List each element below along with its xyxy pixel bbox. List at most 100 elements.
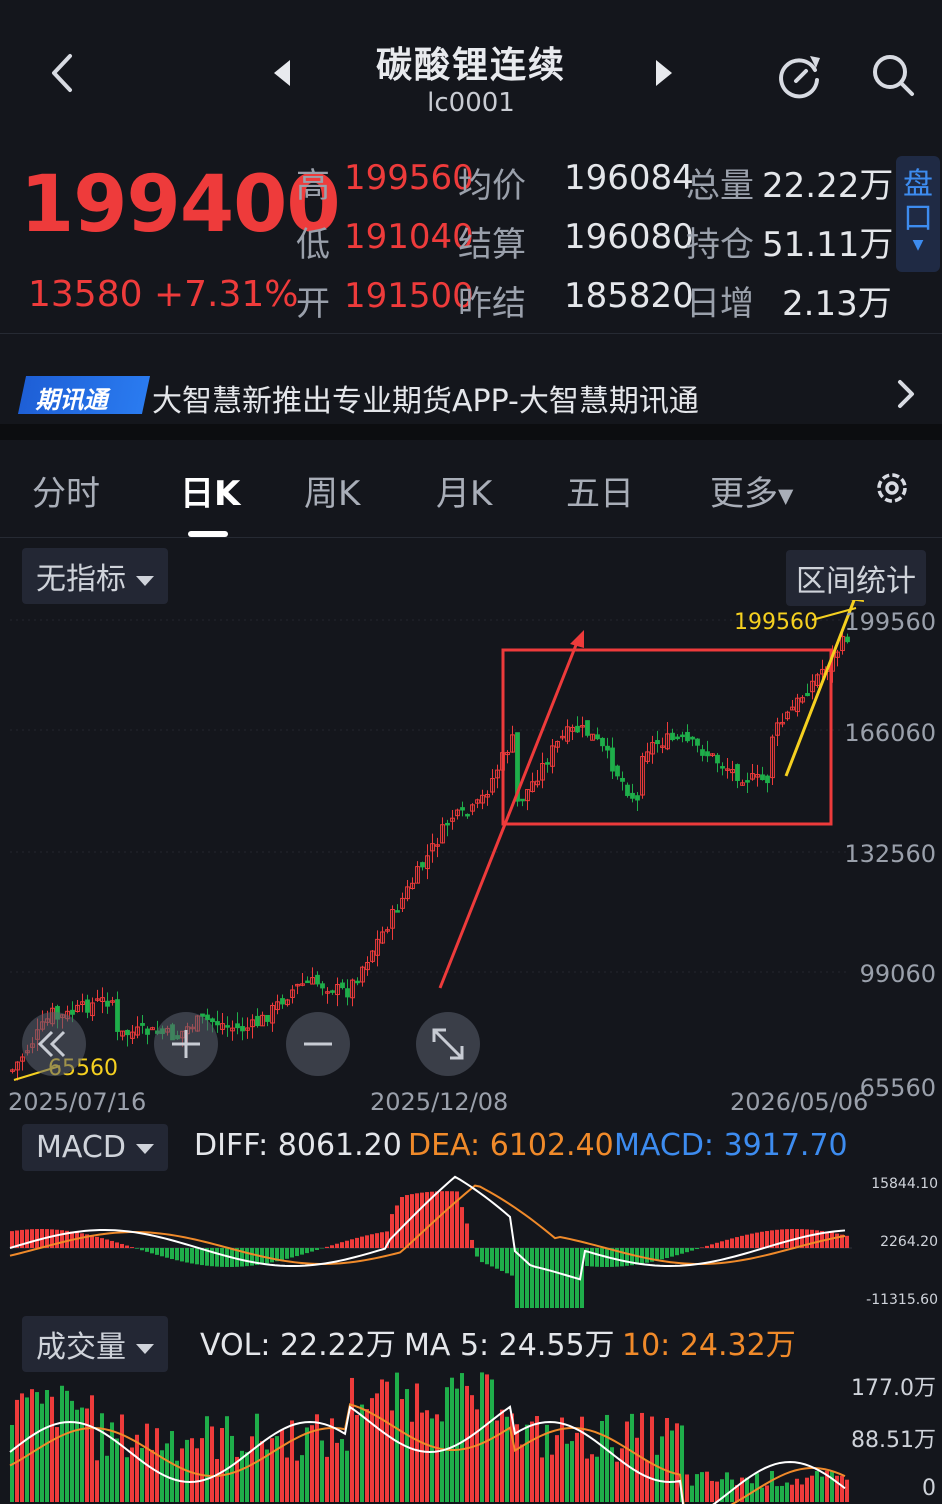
macd-histogram-bar — [305, 1248, 309, 1254]
volume-bar — [245, 1452, 249, 1502]
range-stats-button[interactable]: 区间统计 — [786, 550, 926, 606]
search-icon[interactable] — [868, 50, 918, 100]
macd-chart[interactable] — [0, 1168, 942, 1308]
tab-weekly-k[interactable]: 周K — [304, 466, 360, 515]
macd-dea: DEA: 6102.40 — [408, 1128, 614, 1163]
volume-bar — [545, 1424, 549, 1502]
macd-histogram-bar — [365, 1235, 369, 1248]
volume-bar — [620, 1448, 624, 1502]
value-avg-price: 196084 — [564, 158, 694, 198]
macd-histogram-bar — [90, 1235, 94, 1248]
volume-bar — [690, 1485, 694, 1502]
volume-bar — [110, 1422, 114, 1502]
macd-histogram-bar — [160, 1248, 164, 1257]
macd-histogram-bar — [780, 1229, 784, 1248]
macd-histogram-bar — [705, 1245, 709, 1248]
candle-body — [345, 988, 350, 998]
candle-body — [610, 747, 615, 772]
candle-body — [315, 974, 320, 985]
macd-histogram-bar — [710, 1244, 714, 1248]
indicator-selector-label: 无指标 — [36, 562, 126, 597]
candle-body — [255, 1015, 260, 1027]
scroll-left-button[interactable] — [22, 1012, 86, 1076]
volume-bar — [255, 1413, 259, 1502]
high-price-annotation: 199560 — [734, 610, 818, 635]
macd-histogram-bar — [700, 1247, 704, 1248]
arrow-head — [570, 630, 584, 648]
volume-bar — [125, 1457, 129, 1502]
volume-bar — [410, 1421, 414, 1502]
candle-body — [355, 980, 360, 984]
volume-bar — [530, 1421, 534, 1502]
macd-histogram-bar — [490, 1248, 494, 1267]
candle-body — [520, 798, 525, 802]
tab-daily-k[interactable]: 日K — [180, 466, 240, 515]
macd-histogram-bar — [560, 1248, 564, 1308]
tab-intraday[interactable]: 分时 — [32, 466, 100, 515]
value-total-volume: 22.22万 — [762, 166, 894, 206]
refresh-icon[interactable] — [774, 50, 824, 100]
gear-icon[interactable] — [870, 466, 914, 510]
volume-bar — [40, 1403, 44, 1502]
candle-body — [695, 738, 700, 746]
candle-body — [330, 990, 335, 993]
macd-histogram-bar — [465, 1223, 469, 1248]
volume-bar — [555, 1435, 559, 1502]
ad-banner-text[interactable]: 大智慧新推出专业期货APP-大智慧期讯通 — [152, 376, 699, 420]
macd-histogram-bar — [245, 1248, 249, 1267]
macd-histogram-bar — [95, 1236, 99, 1248]
volume-chart[interactable] — [0, 1362, 942, 1504]
value-open-interest: 51.11万 — [762, 225, 894, 265]
chevron-right-icon[interactable] — [892, 374, 920, 414]
candle-body — [700, 749, 705, 756]
macd-selector[interactable]: MACD — [22, 1124, 168, 1171]
volume-bar — [140, 1448, 144, 1502]
candle-body — [685, 731, 690, 742]
volume-bar — [190, 1438, 194, 1502]
volume-bar — [395, 1372, 399, 1502]
volume-bar — [450, 1377, 454, 1502]
macd-histogram-bar — [720, 1241, 724, 1248]
candle-body — [625, 784, 630, 796]
back-arrow-icon[interactable] — [40, 48, 86, 98]
volume-bar — [205, 1416, 209, 1502]
macd-histogram-bar — [755, 1232, 759, 1248]
volume-bar — [520, 1444, 524, 1502]
macd-histogram-bar — [315, 1248, 319, 1250]
zoom-out-button[interactable] — [286, 1012, 350, 1076]
volume-bar — [615, 1461, 619, 1502]
next-contract-icon[interactable] — [650, 58, 678, 88]
macd-tick-2: 2264.20 — [880, 1234, 938, 1250]
candle-body — [235, 1023, 240, 1029]
volume-bar — [685, 1474, 689, 1502]
volume-bar — [150, 1449, 154, 1502]
ad-badge[interactable]: 期讯通 — [17, 376, 151, 414]
macd-histogram-bar — [735, 1237, 739, 1248]
value-settlement: 196080 — [564, 217, 694, 257]
x-tick-2: 2025/12/08 — [370, 1088, 509, 1116]
macd-histogram-bar — [130, 1247, 134, 1248]
fullscreen-button[interactable] — [416, 1012, 480, 1076]
y-tick-1: 199560 — [844, 608, 936, 636]
volume-bar — [715, 1481, 719, 1502]
macd-histogram-bar — [835, 1233, 839, 1248]
caret-down-icon — [135, 1143, 154, 1154]
previous-contract-icon[interactable] — [268, 58, 296, 88]
label-open: 开 — [296, 284, 330, 324]
caret-down-icon: ▼ — [778, 483, 794, 508]
indicator-selector[interactable]: 无指标 — [22, 548, 168, 604]
candle-body — [600, 737, 605, 747]
macd-histogram-bar — [330, 1245, 334, 1248]
volume-bar — [790, 1484, 794, 1502]
order-book-button[interactable]: 盘口 ▼ — [896, 156, 940, 272]
volume-bar — [820, 1476, 824, 1502]
candle-body — [635, 795, 640, 801]
macd-histogram-bar — [810, 1229, 814, 1248]
tab-more[interactable]: 更多▼ — [710, 466, 793, 515]
tab-monthly-k[interactable]: 月K — [436, 466, 492, 515]
tab-five-day[interactable]: 五日 — [566, 466, 634, 515]
volume-bar — [420, 1412, 424, 1502]
volume-bar — [105, 1455, 109, 1502]
zoom-in-button[interactable] — [154, 1012, 218, 1076]
double-chevron-left-icon — [37, 1030, 66, 1058]
